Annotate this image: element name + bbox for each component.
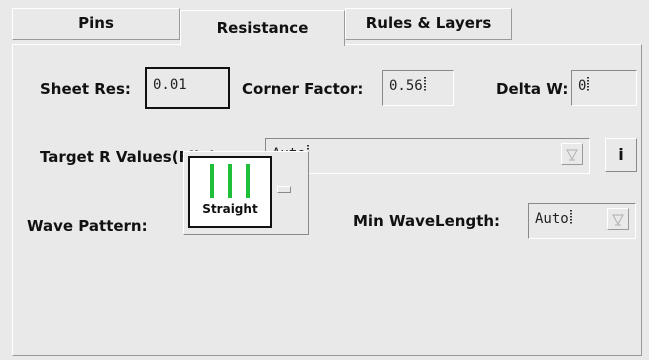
sheet-res-label: Sheet Res: <box>40 80 131 98</box>
tab-pins[interactable]: Pins <box>12 8 180 40</box>
down-triangle-icon <box>566 149 578 161</box>
wave-pattern-value: Straight <box>202 202 258 216</box>
text-cursor-icon <box>423 77 426 92</box>
text-cursor-icon <box>587 77 590 92</box>
corner-factor-field[interactable]: 0.56 <box>382 70 454 106</box>
wave-pattern-preview: Straight <box>188 156 272 228</box>
resistance-dialog: Pins Resistance Rules & Layers Sheet Res… <box>0 0 649 360</box>
delta-w-field[interactable]: 0 <box>571 70 637 106</box>
down-triangle-icon <box>612 214 624 226</box>
wave-pattern-button[interactable]: Straight <box>183 151 309 235</box>
wave-bar-3 <box>246 164 250 198</box>
info-button[interactable]: i <box>605 138 637 172</box>
wave-bar-1 <box>210 164 214 198</box>
target-r-combobox[interactable]: Auto <box>265 138 590 174</box>
min-wavelength-dropdown-button[interactable] <box>607 208 629 230</box>
delta-w-label: Delta W: <box>496 80 569 98</box>
tab-rules-layers[interactable]: Rules & Layers <box>345 8 512 40</box>
min-wavelength-value: Auto <box>535 211 569 227</box>
sheet-res-field[interactable]: 0.01 <box>145 67 230 109</box>
tab-bar: Pins Resistance Rules & Layers <box>0 0 649 46</box>
min-wavelength-label: Min WaveLength: <box>353 212 501 230</box>
corner-factor-label: Corner Factor: <box>242 80 364 98</box>
text-cursor-icon <box>569 210 572 225</box>
target-r-dropdown-button[interactable] <box>561 143 583 165</box>
option-menu-indicator-icon <box>277 186 291 193</box>
sheet-res-value: 0.01 <box>153 77 187 93</box>
wave-pattern-label: Wave Pattern: <box>27 217 148 235</box>
tab-resistance[interactable]: Resistance <box>180 10 345 46</box>
corner-factor-value: 0.56 <box>389 78 423 94</box>
min-wavelength-combobox[interactable]: Auto <box>528 203 636 239</box>
delta-w-value: 0 <box>578 78 587 94</box>
wave-bar-2 <box>228 164 232 198</box>
info-icon: i <box>618 145 624 164</box>
